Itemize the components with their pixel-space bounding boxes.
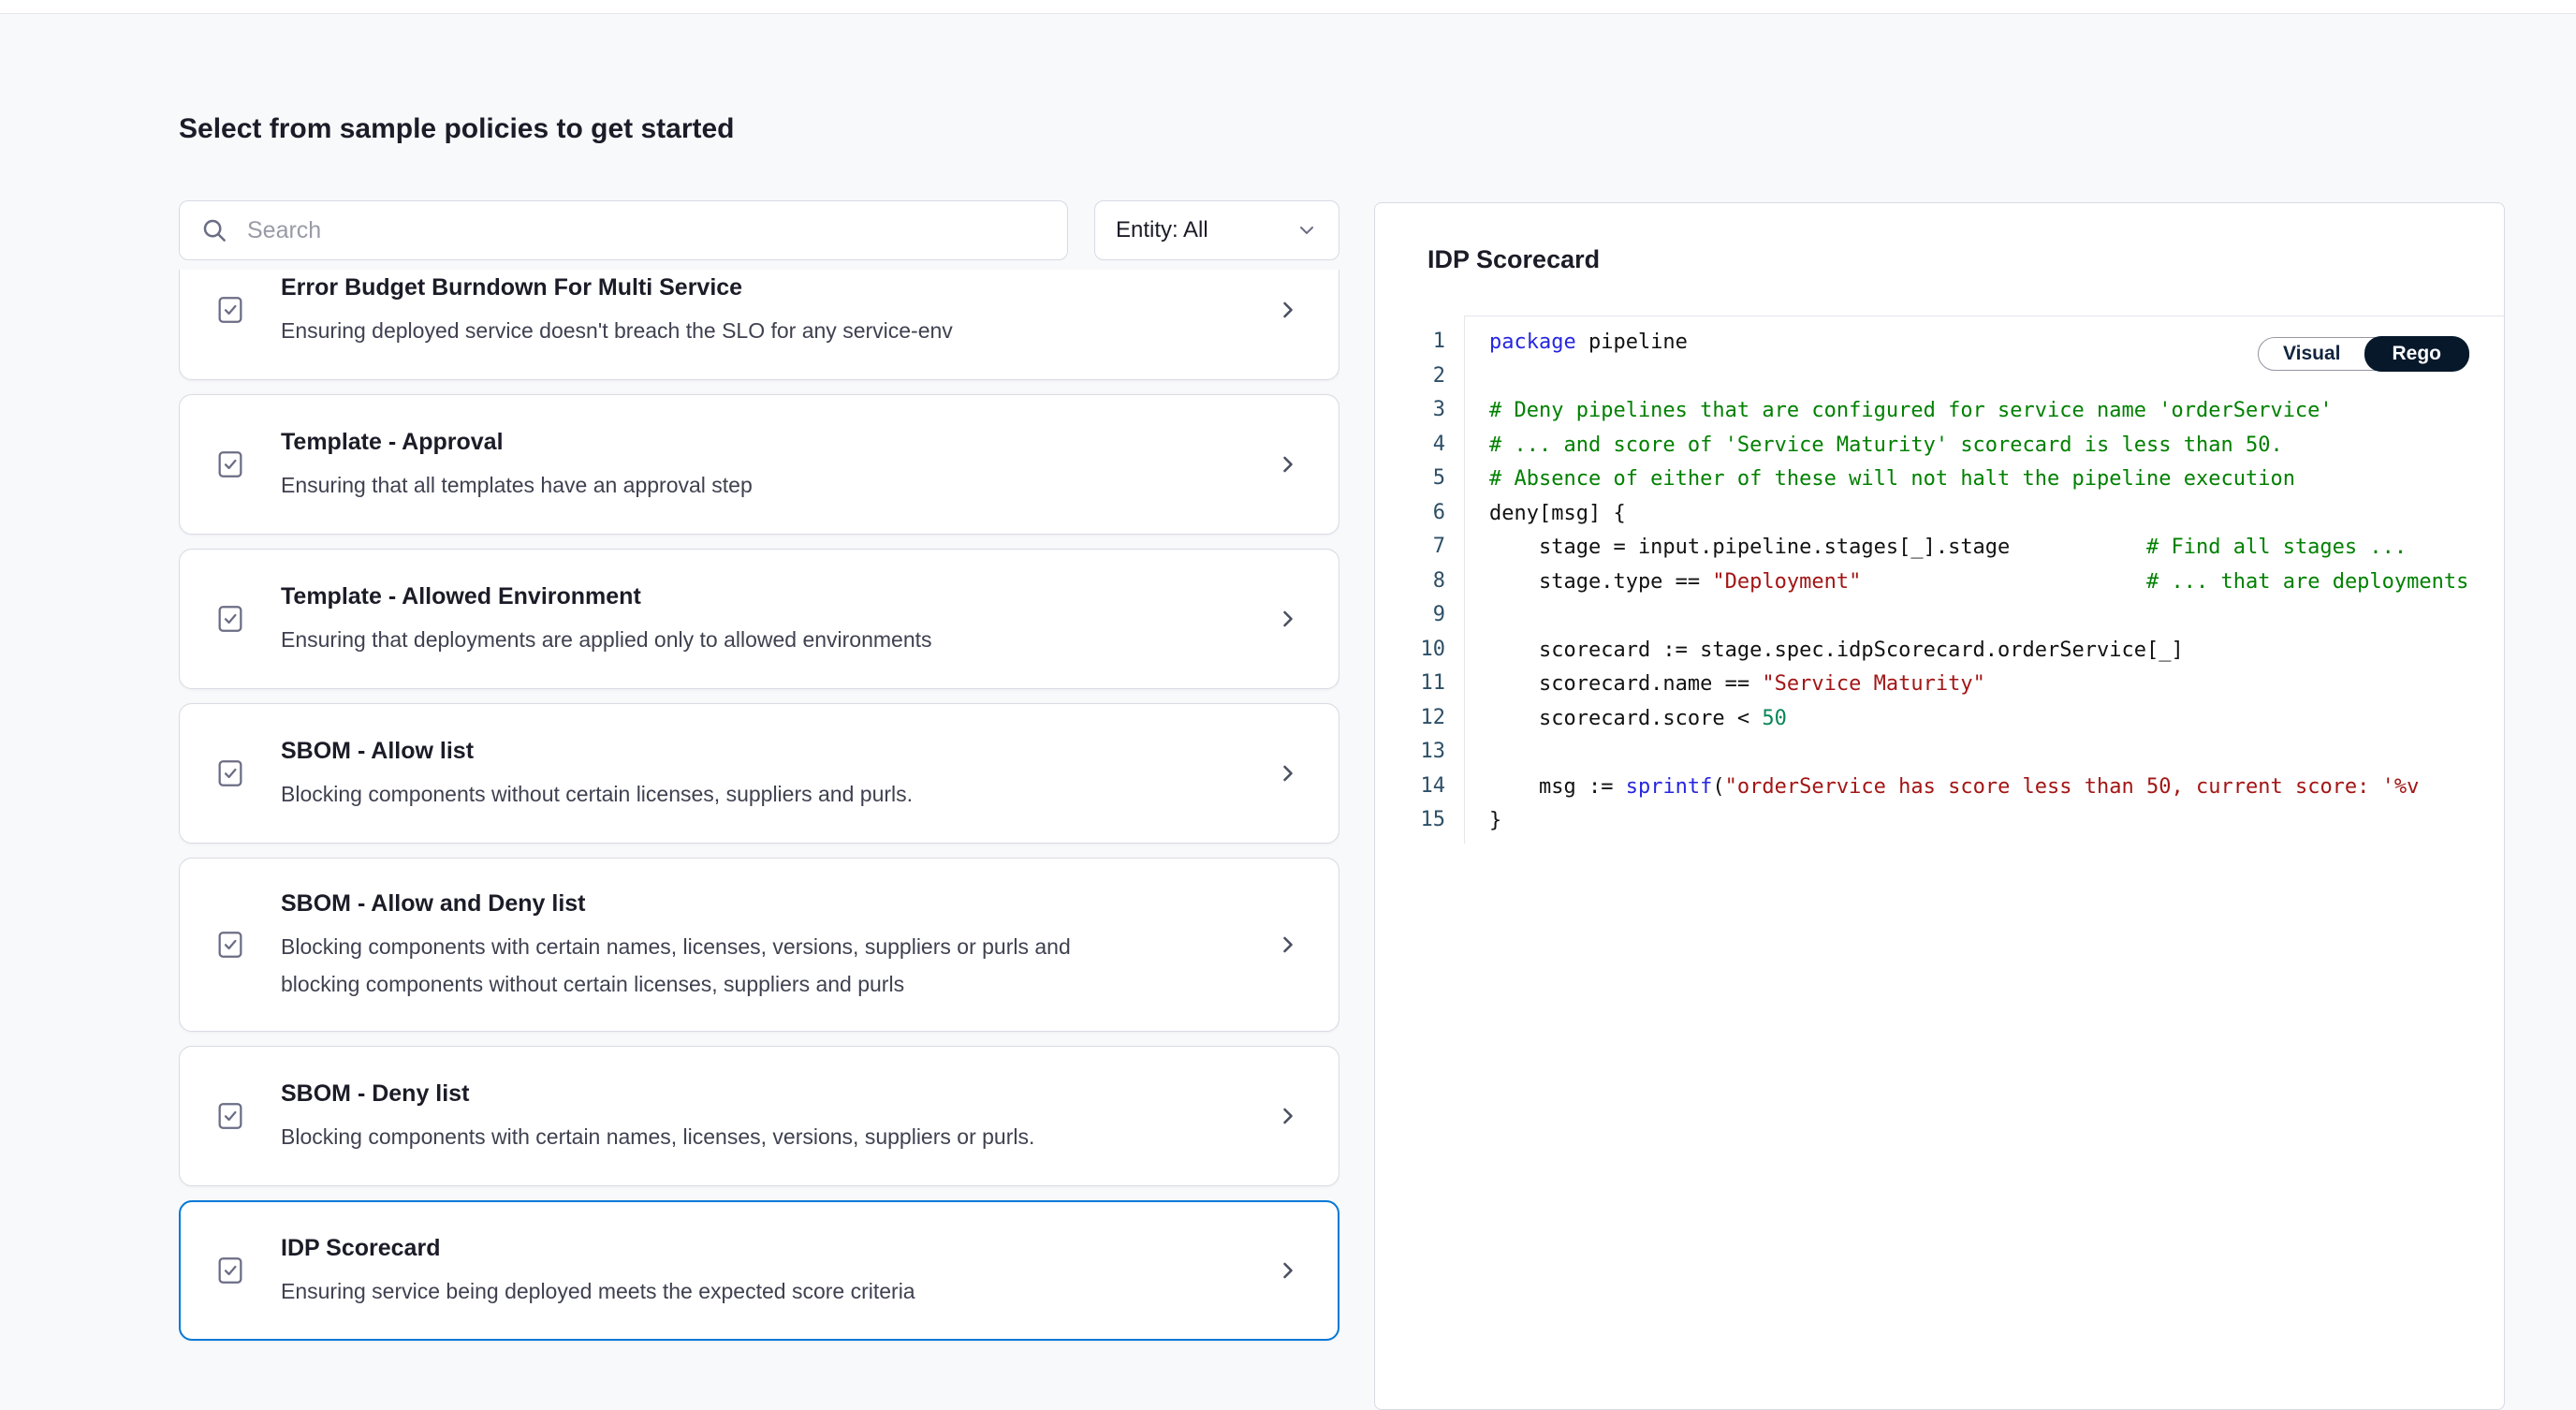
search-box[interactable] <box>179 200 1068 260</box>
policy-title: IDP Scorecard <box>281 1231 1105 1265</box>
top-nav-bar <box>0 0 2576 14</box>
line-number: 13 <box>1375 735 1464 770</box>
chevron-right-icon <box>1275 760 1301 786</box>
policy-text: Template - Allowed Environment Ensuring … <box>281 580 1105 658</box>
policy-card[interactable]: SBOM - Allow list Blocking components wi… <box>179 703 1339 844</box>
line-number: 6 <box>1375 496 1464 531</box>
policy-card[interactable]: IDP Scorecard Ensuring service being dep… <box>179 1200 1339 1341</box>
policy-card[interactable]: SBOM - Allow and Deny list Blocking comp… <box>179 858 1339 1032</box>
policy-text: IDP Scorecard Ensuring service being dep… <box>281 1231 1105 1310</box>
code-line: stage = input.pipeline.stages[_].stage #… <box>1489 531 2504 565</box>
chevron-right-icon <box>1275 451 1301 477</box>
policy-description: Blocking components with certain names, … <box>281 928 1105 1003</box>
policy-description: Ensuring that all templates have an appr… <box>281 466 1105 504</box>
line-number: 12 <box>1375 701 1464 736</box>
code-line: msg := sprintf("orderService has score l… <box>1489 771 2504 805</box>
code-line: } <box>1489 804 2504 839</box>
code-line: scorecard.name == "Service Maturity" <box>1489 668 2504 702</box>
code-line <box>1489 736 2504 771</box>
policy-title: Template - Approval <box>281 425 1105 459</box>
code-line: deny[msg] { <box>1489 497 2504 532</box>
page-title: Select from sample policies to get start… <box>179 111 735 147</box>
detail-panel-title: IDP Scorecard <box>1427 245 1600 274</box>
policy-card[interactable]: Error Budget Burndown For Multi Service … <box>179 270 1339 380</box>
policy-card[interactable]: Template - Approval Ensuring that all te… <box>179 394 1339 535</box>
policy-list: Error Budget Burndown For Multi Service … <box>179 270 1339 1386</box>
code-line: # Deny pipelines that are configured for… <box>1489 394 2504 429</box>
toggle-rego[interactable]: Rego <box>2364 336 2470 372</box>
view-toggle: VisualRego <box>2258 337 2469 371</box>
search-input[interactable] <box>245 216 1046 245</box>
policy-card[interactable]: Template - Allowed Environment Ensuring … <box>179 549 1339 689</box>
policy-title: SBOM - Allow list <box>281 734 1105 768</box>
policy-check-icon <box>214 1100 246 1132</box>
list-controls: Entity: All <box>179 200 1339 260</box>
search-icon <box>200 216 228 244</box>
detail-panel: IDP Scorecard VisualRego 123456789101112… <box>1374 202 2505 1410</box>
policy-text: SBOM - Allow list Blocking components wi… <box>281 734 1105 813</box>
editor-gutter: 123456789101112131415 <box>1375 316 1465 844</box>
editor-code[interactable]: package pipeline# Deny pipelines that ar… <box>1465 316 2504 839</box>
code-line <box>1489 599 2504 634</box>
toggle-visual[interactable]: Visual <box>2259 338 2364 370</box>
policy-check-icon <box>214 757 246 789</box>
policy-text: SBOM - Allow and Deny list Blocking comp… <box>281 887 1105 1003</box>
policy-description: Blocking components with certain names, … <box>281 1118 1105 1155</box>
policy-title: Template - Allowed Environment <box>281 580 1105 613</box>
policy-check-icon <box>214 1255 246 1286</box>
entity-filter-label: Entity: All <box>1116 217 1208 243</box>
policy-title: SBOM - Allow and Deny list <box>281 887 1105 920</box>
line-number: 4 <box>1375 428 1464 463</box>
chevron-right-icon <box>1275 932 1301 958</box>
policy-description: Ensuring service being deployed meets th… <box>281 1272 1105 1310</box>
code-line: stage.type == "Deployment" # ... that ar… <box>1489 565 2504 600</box>
detail-panel-header: IDP Scorecard <box>1375 203 2504 316</box>
policy-text: Template - Approval Ensuring that all te… <box>281 425 1105 504</box>
policy-check-icon <box>214 603 246 635</box>
chevron-down-icon <box>1295 219 1318 242</box>
policy-check-icon <box>214 448 246 480</box>
code-line: scorecard.score < 50 <box>1489 702 2504 737</box>
line-number: 11 <box>1375 667 1464 701</box>
line-number: 10 <box>1375 633 1464 668</box>
line-number: 3 <box>1375 393 1464 428</box>
line-number: 9 <box>1375 598 1464 633</box>
code-line: # Absence of either of these will not ha… <box>1489 463 2504 497</box>
policy-check-icon <box>214 929 246 961</box>
policy-check-icon <box>214 294 246 326</box>
policy-title: Error Budget Burndown For Multi Service <box>281 271 1105 304</box>
policy-description: Ensuring deployed service doesn't breach… <box>281 312 1105 349</box>
policy-text: SBOM - Deny list Blocking components wit… <box>281 1077 1105 1155</box>
policy-description: Ensuring that deployments are applied on… <box>281 621 1105 658</box>
code-line: # ... and score of 'Service Maturity' sc… <box>1489 429 2504 463</box>
line-number: 2 <box>1375 360 1464 394</box>
policy-text: Error Budget Burndown For Multi Service … <box>281 271 1105 349</box>
line-number: 15 <box>1375 803 1464 838</box>
line-number: 7 <box>1375 530 1464 565</box>
entity-filter-dropdown[interactable]: Entity: All <box>1094 200 1339 260</box>
chevron-right-icon <box>1275 606 1301 632</box>
chevron-right-icon <box>1275 1103 1301 1129</box>
line-number: 8 <box>1375 565 1464 599</box>
code-editor[interactable]: 123456789101112131415 package pipeline# … <box>1375 316 2504 844</box>
policy-card[interactable]: SBOM - Deny list Blocking components wit… <box>179 1046 1339 1186</box>
code-line: scorecard := stage.spec.idpScorecard.ord… <box>1489 634 2504 668</box>
line-number: 1 <box>1375 325 1464 360</box>
chevron-right-icon <box>1275 297 1301 323</box>
policy-description: Blocking components without certain lice… <box>281 775 1105 813</box>
line-number: 5 <box>1375 462 1464 496</box>
policy-title: SBOM - Deny list <box>281 1077 1105 1110</box>
chevron-right-icon <box>1275 1257 1301 1284</box>
line-number: 14 <box>1375 770 1464 804</box>
